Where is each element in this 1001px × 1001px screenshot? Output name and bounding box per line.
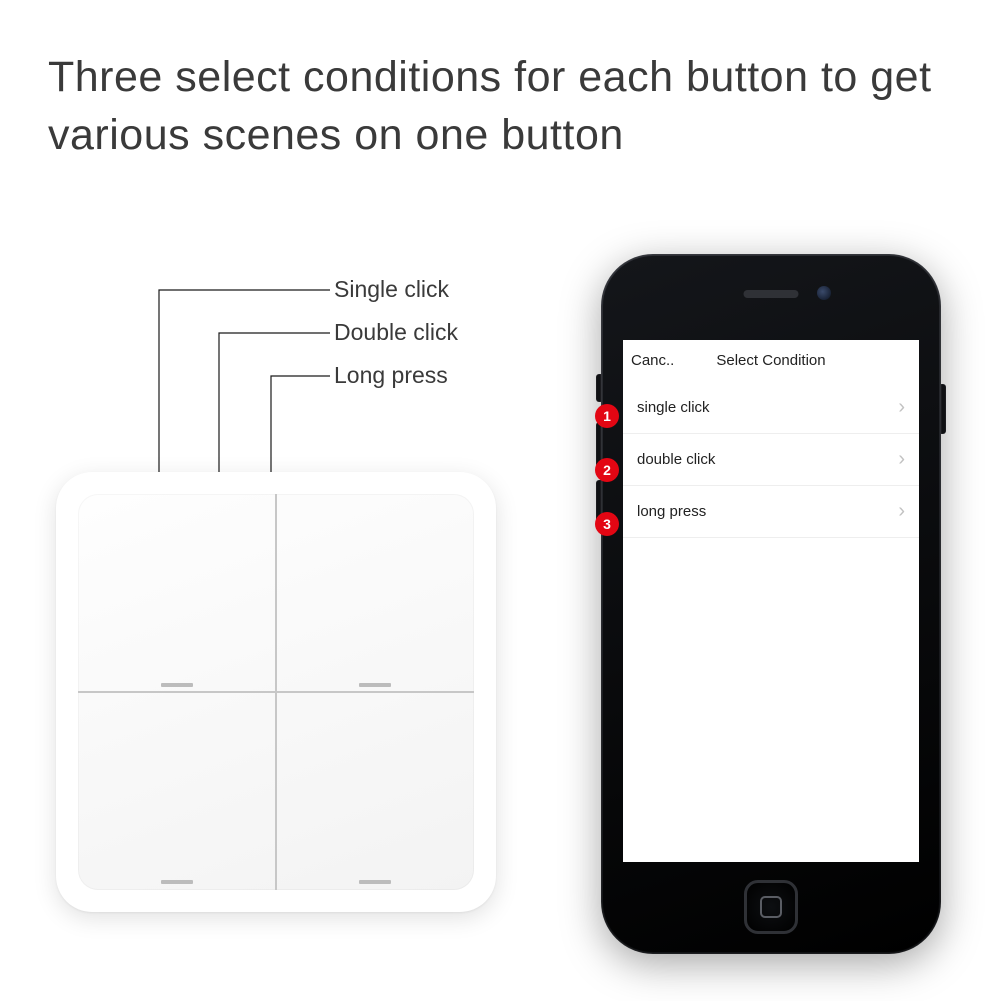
option-long-press[interactable]: long press › <box>623 486 919 538</box>
phone-earpiece <box>744 290 799 298</box>
switch-divider-vertical <box>275 494 277 890</box>
chevron-right-icon: › <box>898 500 905 523</box>
headline-text: Three select conditions for each button … <box>48 48 953 164</box>
bullet-3: 3 <box>595 512 619 536</box>
phone-mockup: 1 2 3 Canc.. Select Condition single cli… <box>601 254 941 954</box>
switch-led-3 <box>161 880 193 884</box>
switch-led-4 <box>359 880 391 884</box>
option-label: single click <box>637 399 710 416</box>
chevron-right-icon: › <box>898 396 905 419</box>
switch-face <box>78 494 474 890</box>
cancel-button[interactable]: Canc.. <box>631 352 674 369</box>
switch-device <box>56 472 496 912</box>
callout-long-press: Long press <box>334 364 458 387</box>
callout-single-click: Single click <box>334 278 458 301</box>
option-label: long press <box>637 503 706 520</box>
phone-home-button <box>744 880 798 934</box>
phone-screen: Canc.. Select Condition single click › d… <box>623 340 919 862</box>
bullet-1: 1 <box>595 404 619 428</box>
bullet-2: 2 <box>595 458 619 482</box>
callout-label-group: Single click Double click Long press <box>334 278 458 407</box>
phone-mute-switch <box>596 374 601 402</box>
option-double-click[interactable]: double click › <box>623 434 919 486</box>
switch-led-1 <box>161 683 193 687</box>
callout-double-click: Double click <box>334 321 458 344</box>
phone-front-camera <box>817 286 831 300</box>
phone-power-button <box>941 384 946 434</box>
option-single-click[interactable]: single click › <box>623 382 919 434</box>
app-navbar: Canc.. Select Condition <box>623 340 919 382</box>
option-label: double click <box>637 451 715 468</box>
switch-led-2 <box>359 683 391 687</box>
chevron-right-icon: › <box>898 448 905 471</box>
